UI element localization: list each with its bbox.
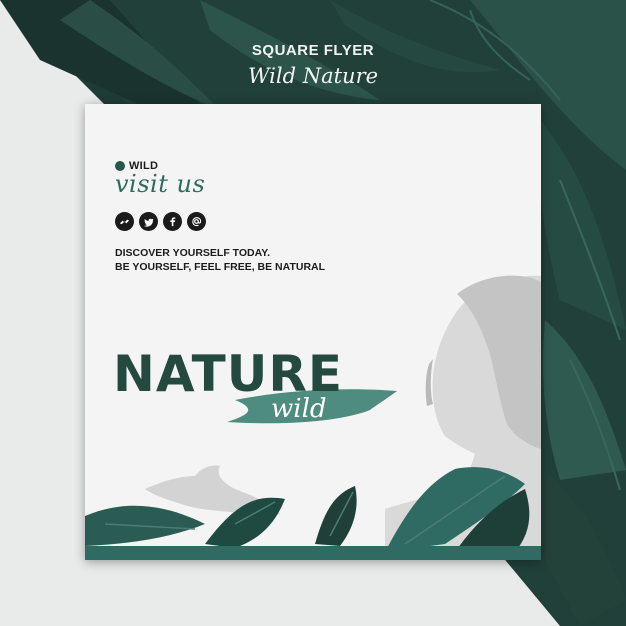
visit-us-heading: visit us xyxy=(115,170,206,198)
wild-script: wild xyxy=(271,394,327,424)
twitter-icon[interactable] xyxy=(139,212,158,231)
social-icons xyxy=(115,212,206,231)
tagline: DISCOVER YOURSELF TODAY. BE YOURSELF, FE… xyxy=(115,246,325,274)
bottom-accent-bar xyxy=(85,546,541,560)
nature-headline: NATURE xyxy=(113,345,344,403)
facebook-icon[interactable] xyxy=(163,212,182,231)
header-subtitle: Wild Nature xyxy=(247,64,379,88)
tagline-line-1: DISCOVER YOURSELF TODAY. xyxy=(115,247,271,259)
flyer-card: WILD visit us DISCOVER YOURSELF TODAY. B… xyxy=(85,104,541,560)
header-title: SQUARE FLYER xyxy=(251,42,375,59)
messenger-icon[interactable] xyxy=(115,212,134,231)
tagline-line-2: BE YOURSELF, FEEL FREE, BE NATURAL xyxy=(115,261,326,273)
at-sign-icon[interactable] xyxy=(187,212,206,231)
